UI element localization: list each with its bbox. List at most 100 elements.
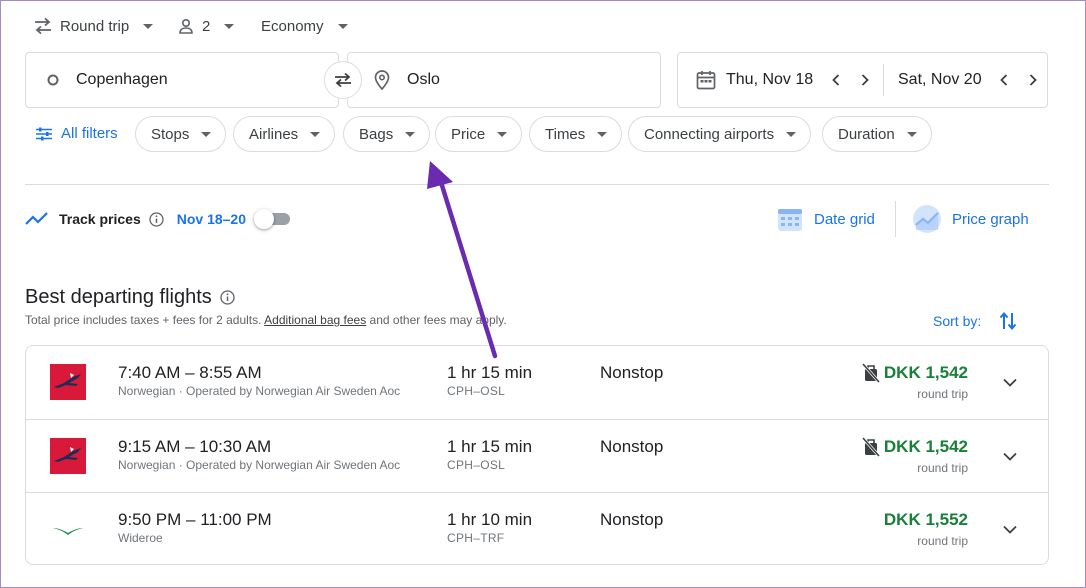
flight-times: 7:40 AM – 8:55 AM xyxy=(118,363,262,382)
price-graph-label: Price graph xyxy=(952,210,1029,228)
bag-fees-link[interactable]: Additional bag fees xyxy=(264,313,366,327)
chip-label: Bags xyxy=(359,125,394,143)
date-grid-icon xyxy=(776,205,804,233)
filter-chip-connecting-airports[interactable]: Connecting airports xyxy=(628,116,812,152)
chip-label: Times xyxy=(545,125,586,143)
chevron-down-icon xyxy=(906,131,917,137)
price-value: DKK 1,552 xyxy=(883,510,968,529)
flight-route: CPH–TRF xyxy=(447,531,505,545)
flight-row[interactable]: 9:50 PM – 11:00 PM Wideroe 1 hr 10 min C… xyxy=(26,492,1048,565)
flight-stops: Nonstop xyxy=(600,363,664,382)
chevron-down-icon xyxy=(143,23,154,29)
sort-by-label: Sort by: xyxy=(933,313,982,329)
swap-icon xyxy=(333,72,353,88)
date-divider xyxy=(883,64,884,96)
section-heading: Best departing flights xyxy=(25,285,235,309)
filter-chip-stops[interactable]: Stops xyxy=(135,116,227,152)
expand-chevron-icon[interactable] xyxy=(998,370,1022,394)
toggle-knob xyxy=(254,209,274,229)
flight-times: 9:15 AM – 10:30 AM xyxy=(118,437,272,456)
disclaimer-text-post: and other fees may apply. xyxy=(366,313,507,327)
date-grid-label: Date grid xyxy=(814,210,875,228)
return-next-date-icon[interactable] xyxy=(1021,68,1045,92)
all-filters-label: All filters xyxy=(61,125,118,142)
depart-date-value[interactable]: Thu, Nov 18 xyxy=(726,71,822,89)
swap-arrows-icon xyxy=(34,18,52,34)
destination-value: Oslo xyxy=(407,71,440,88)
price-type: round trip xyxy=(917,461,968,475)
no-carry-on-bag-icon xyxy=(861,437,880,457)
airline-name: Norwegian · Operated by Norwegian Air Sw… xyxy=(118,384,401,398)
chevron-down-icon xyxy=(497,131,508,137)
filter-chip-bags[interactable]: Bags xyxy=(343,116,431,152)
track-prices-toggle[interactable] xyxy=(254,209,292,229)
flight-row[interactable]: 9:15 AM – 10:30 AM Norwegian · Operated … xyxy=(26,419,1048,492)
chip-label: Airlines xyxy=(249,125,299,143)
disclaimer-text-pre: Total price includes taxes + fees for 2 … xyxy=(25,313,265,327)
chip-label: Price xyxy=(451,125,486,143)
chevron-down-icon xyxy=(786,131,797,137)
flight-route: CPH–OSL xyxy=(447,458,506,472)
flight-duration: 1 hr 15 min xyxy=(447,363,533,382)
location-pin-icon xyxy=(374,70,390,90)
price-value: DKK 1,542 xyxy=(883,437,968,456)
price-graph-button[interactable]: Price graph xyxy=(912,204,1029,234)
price-value: DKK 1,542 xyxy=(883,363,968,382)
norwegian-logo xyxy=(50,364,86,400)
airline-name: Wideroe xyxy=(118,531,163,545)
chevron-down-icon xyxy=(597,131,608,137)
track-prices-row: Track prices Nov 18–20 xyxy=(25,209,246,229)
passenger-count: 2 xyxy=(202,17,211,35)
depart-prev-date-icon[interactable] xyxy=(824,68,848,92)
track-row-divider xyxy=(895,201,896,237)
flight-duration: 1 hr 15 min xyxy=(447,437,533,456)
return-prev-date-icon[interactable] xyxy=(992,68,1016,92)
trip-type-label: Round trip xyxy=(60,17,130,35)
no-carry-on-bag-icon xyxy=(861,363,880,383)
info-icon[interactable] xyxy=(220,289,235,305)
passenger-select[interactable]: 2 xyxy=(178,15,235,37)
chevron-down-icon xyxy=(310,131,321,137)
filter-chip-airlines[interactable]: Airlines xyxy=(233,116,336,152)
price-graph-icon xyxy=(912,204,942,234)
filter-chip-times[interactable]: Times xyxy=(529,116,623,152)
person-icon xyxy=(178,18,194,34)
flight-price: DKK 1,542 xyxy=(861,437,968,457)
origin-field[interactable]: Copenhagen xyxy=(25,52,339,108)
chip-label: Stops xyxy=(151,125,190,143)
trip-type-select[interactable]: Round trip xyxy=(34,15,154,37)
price-type: round trip xyxy=(917,387,968,401)
date-grid-button[interactable]: Date grid xyxy=(776,205,875,233)
all-filters-button[interactable]: All filters xyxy=(36,125,118,142)
price-disclaimer: Total price includes taxes + fees for 2 … xyxy=(25,313,507,327)
sort-arrows-icon xyxy=(999,311,1017,331)
chevron-down-icon xyxy=(405,131,416,137)
cabin-class-label: Economy xyxy=(261,17,324,35)
flight-route: CPH–OSL xyxy=(447,384,506,398)
calendar-icon xyxy=(696,70,716,90)
sort-by-button[interactable]: Sort by: xyxy=(933,310,1017,332)
price-type: round trip xyxy=(917,534,968,548)
return-date-value[interactable]: Sat, Nov 20 xyxy=(898,71,990,89)
origin-value: Copenhagen xyxy=(76,71,168,88)
wideroe-logo xyxy=(50,511,86,547)
flight-price: DKK 1,552 xyxy=(884,510,968,530)
depart-next-date-icon[interactable] xyxy=(853,68,877,92)
flight-stops: Nonstop xyxy=(600,437,664,456)
flight-price: DKK 1,542 xyxy=(861,363,968,383)
track-prices-label: Track prices xyxy=(59,211,141,227)
chip-label: Connecting airports xyxy=(644,125,775,143)
section-divider xyxy=(25,184,1049,185)
expand-chevron-icon[interactable] xyxy=(998,517,1022,541)
filter-chip-price[interactable]: Price xyxy=(435,116,523,152)
flight-results-list: 7:40 AM – 8:55 AM Norwegian · Operated b… xyxy=(25,345,1049,565)
flight-duration: 1 hr 10 min xyxy=(447,510,533,529)
expand-chevron-icon[interactable] xyxy=(998,444,1022,468)
swap-locations-button[interactable] xyxy=(324,61,362,99)
info-icon[interactable] xyxy=(149,211,164,227)
flight-row[interactable]: 7:40 AM – 8:55 AM Norwegian · Operated b… xyxy=(26,346,1048,419)
cabin-class-select[interactable]: Economy xyxy=(261,15,348,37)
filter-chip-duration[interactable]: Duration xyxy=(822,116,932,152)
flight-stops: Nonstop xyxy=(600,510,664,529)
destination-field[interactable]: Oslo xyxy=(347,52,661,108)
